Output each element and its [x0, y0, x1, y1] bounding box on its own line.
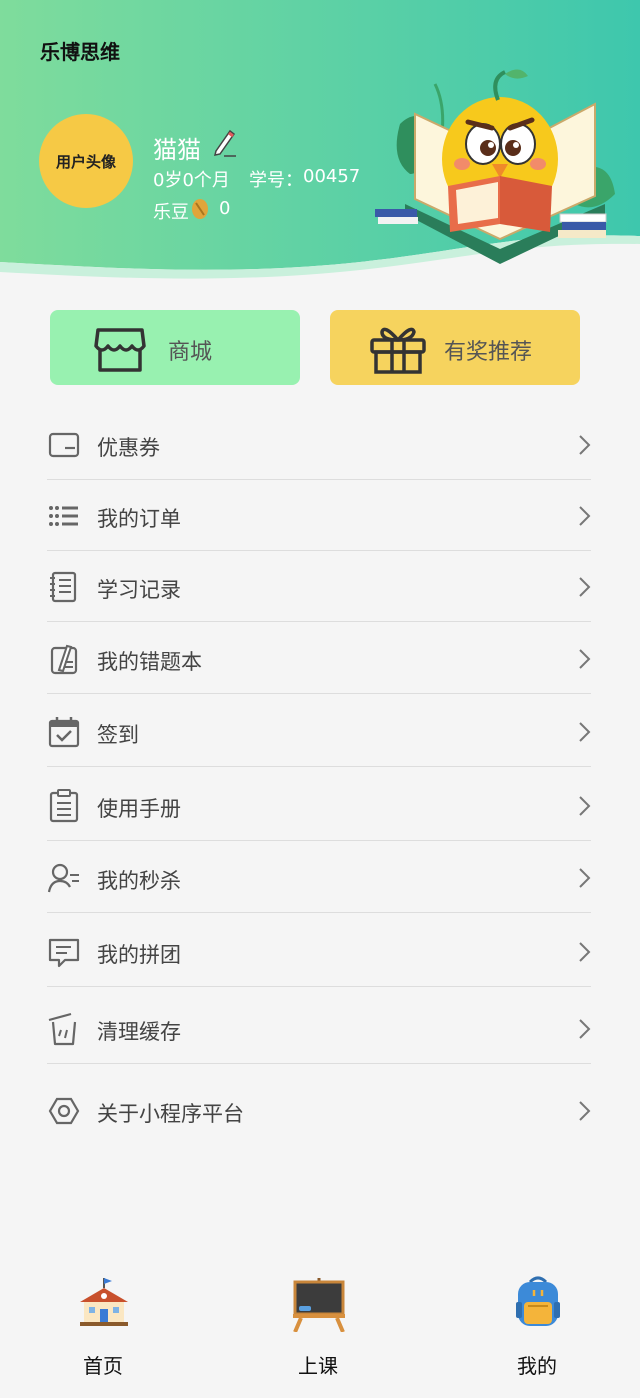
menu-item-label: 我的错题本 — [97, 650, 202, 674]
chevron-right-icon — [577, 434, 591, 460]
user-name: 猫猫 — [153, 136, 201, 164]
school-house-icon — [78, 1276, 130, 1332]
chevron-right-icon — [577, 941, 591, 967]
mascot-illustration — [375, 69, 615, 264]
menu-item-label: 关于小程序平台 — [97, 1102, 244, 1126]
menu-item-clear-cache[interactable]: 清理缓存 — [47, 994, 591, 1064]
menu-item-label: 优惠券 — [97, 436, 160, 460]
chevron-right-icon — [577, 721, 591, 747]
chevron-right-icon — [577, 576, 591, 602]
calendar-check-icon — [47, 715, 81, 749]
chevron-right-icon — [577, 795, 591, 821]
menu-item-mistake-book[interactable]: 我的错题本 — [47, 624, 591, 694]
app-title: 乐博思维 — [40, 40, 120, 64]
pen-book-icon — [47, 642, 81, 676]
profile-header: 乐博思维 用户头像 猫猫 0岁0个月 学号： 00457 乐豆 0 — [0, 0, 640, 300]
tab-home-label: 首页 — [83, 1354, 123, 1378]
user-age: 0岁0个月 — [153, 170, 230, 191]
gift-icon — [368, 320, 428, 380]
tab-mine[interactable]: 我的 — [477, 1276, 597, 1378]
tab-mine-label: 我的 — [517, 1354, 557, 1378]
chevron-right-icon — [577, 867, 591, 893]
bean-icon — [190, 198, 210, 224]
coupon-icon — [47, 428, 81, 462]
menu-item-label: 使用手册 — [97, 797, 181, 821]
shop-button[interactable]: 商城 — [50, 310, 300, 385]
reward-referral-button[interactable]: 有奖推荐 — [330, 310, 580, 385]
avatar-label: 用户头像 — [55, 152, 116, 171]
chevron-right-icon — [577, 1018, 591, 1044]
menu-item-about-platform[interactable]: 关于小程序平台 — [47, 1076, 591, 1146]
menu-item-label: 我的订单 — [97, 507, 181, 531]
tab-class-label: 上课 — [298, 1354, 338, 1378]
list-icon — [47, 499, 81, 533]
chevron-right-icon — [577, 648, 591, 674]
menu-item-user-manual[interactable]: 使用手册 — [47, 771, 591, 841]
backpack-icon — [512, 1276, 564, 1332]
shop-icon — [92, 320, 148, 380]
avatar[interactable]: 用户头像 — [39, 114, 133, 208]
menu-item-flash-sale[interactable]: 我的秒杀 — [47, 843, 591, 913]
user-icon — [47, 861, 81, 895]
tab-class[interactable]: 上课 — [258, 1276, 378, 1378]
blackboard-icon — [293, 1276, 345, 1336]
menu-item-label: 签到 — [97, 723, 139, 747]
menu-item-label: 清理缓存 — [97, 1020, 181, 1044]
pencil-icon[interactable] — [212, 127, 238, 161]
trash-icon — [47, 1012, 81, 1046]
menu-item-label: 学习记录 — [97, 578, 181, 602]
hexagon-icon — [47, 1094, 81, 1128]
menu-item-coupons[interactable]: 优惠券 — [47, 410, 591, 480]
menu-item-check-in[interactable]: 签到 — [47, 697, 591, 767]
chat-icon — [47, 935, 81, 969]
menu-item-orders[interactable]: 我的订单 — [47, 481, 591, 551]
student-id-label: 学号： — [249, 170, 303, 191]
chevron-right-icon — [577, 1100, 591, 1126]
student-id: 00457 — [303, 166, 361, 187]
clipboard-icon — [47, 789, 81, 823]
notebook-icon — [47, 570, 81, 604]
menu-item-label: 我的拼团 — [97, 943, 181, 967]
menu-item-group-buy[interactable]: 我的拼团 — [47, 917, 591, 987]
menu-item-study-records[interactable]: 学习记录 — [47, 552, 591, 622]
beans-label: 乐豆 — [153, 202, 189, 223]
chevron-right-icon — [577, 505, 591, 531]
menu-item-label: 我的秒杀 — [97, 869, 181, 893]
bottom-tab-bar: 首页 上课 我的 — [0, 1260, 640, 1398]
beans-value: 0 — [219, 198, 231, 219]
shop-label: 商城 — [168, 340, 213, 365]
tab-home[interactable]: 首页 — [43, 1276, 163, 1378]
reward-label: 有奖推荐 — [444, 340, 533, 365]
